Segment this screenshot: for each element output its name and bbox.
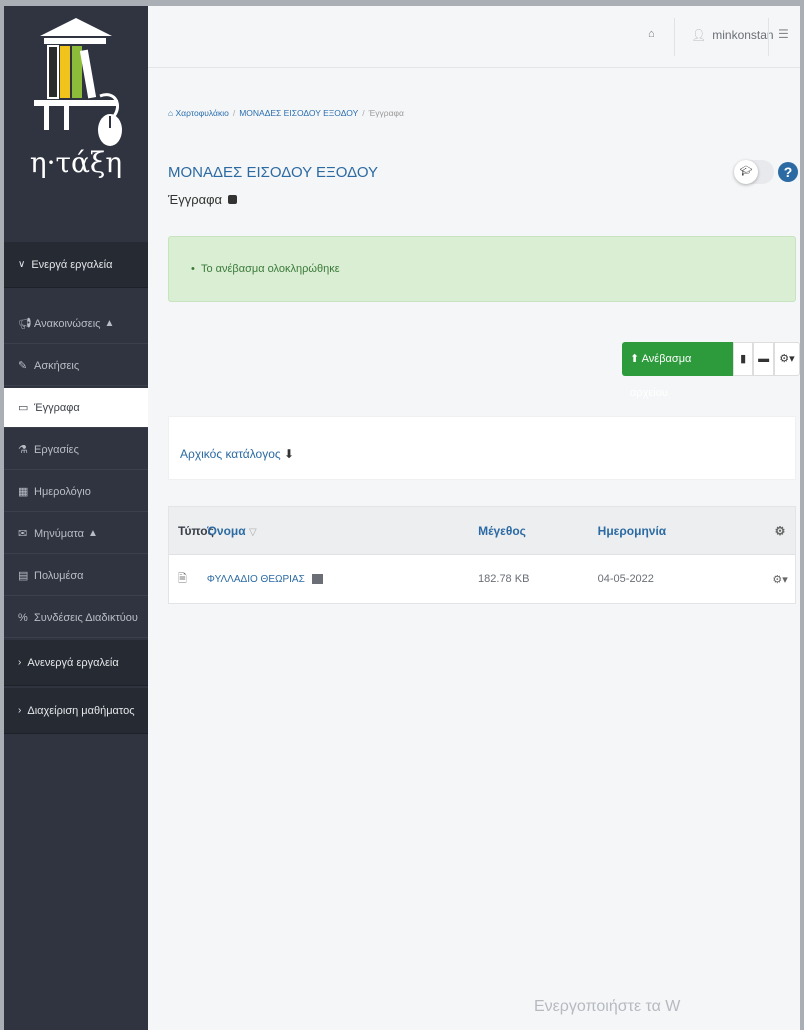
user-menu[interactable]: 👤︎ minkonstan bbox=[691, 28, 774, 42]
sidebar-section-label: Ανενεργά εργαλεία bbox=[27, 656, 119, 669]
breadcrumb-home[interactable]: Χαρτοφυλάκιο bbox=[176, 108, 229, 118]
home-icon[interactable]: ⌂ bbox=[648, 28, 655, 40]
breadcrumb-current: Έγγραφα bbox=[368, 108, 404, 118]
flask-icon: ⚗ bbox=[18, 444, 28, 456]
megaphone-icon: 📢︎ bbox=[18, 318, 32, 330]
download-icon[interactable]: ⬇ bbox=[284, 447, 294, 461]
col-name[interactable]: Όνομα ▽ bbox=[207, 524, 478, 538]
root-folder-label[interactable]: Αρχικός κατάλογος bbox=[180, 447, 281, 461]
menu-icon[interactable]: ☰ bbox=[778, 27, 789, 41]
divider bbox=[674, 18, 675, 56]
sidebar-item-label: Ασκήσεις bbox=[34, 359, 80, 372]
col-size[interactable]: Μέγεθος bbox=[478, 524, 598, 538]
chevron-down-icon: ∨ bbox=[18, 259, 26, 270]
film-icon: ▤ bbox=[18, 570, 29, 582]
visibility-icon[interactable] bbox=[311, 574, 323, 585]
calendar-icon: ▦ bbox=[18, 486, 29, 498]
sidebar-item-label: Έγγραφα bbox=[34, 401, 80, 414]
new-file-button[interactable]: ▮ bbox=[732, 342, 754, 376]
upload-icon: ⬆ bbox=[630, 353, 642, 365]
file-link[interactable]: ΦΥΛΛΑΔΙΟ ΘΕΩΡΙΑΣ bbox=[207, 574, 305, 585]
logo-graphic bbox=[34, 18, 122, 146]
sidebar-section-label: Ενεργά εργαλεία bbox=[31, 258, 113, 271]
row-actions-button[interactable]: ⚙▾ bbox=[765, 573, 795, 586]
sidebar-section-inactive-tools[interactable]: › Ανενεργά εργαλεία bbox=[4, 640, 148, 686]
home-icon: ⌂ bbox=[168, 108, 176, 118]
top-bar: ⌂ 👤︎ minkonstan ☰ bbox=[148, 6, 800, 68]
table-header: Τύπος Όνομα ▽ Μέγεθος Ημερομηνία ⚙ bbox=[169, 507, 795, 555]
chevron-right-icon: › bbox=[18, 705, 22, 716]
sidebar-item-label: Μηνύματα bbox=[34, 527, 85, 540]
sidebar-section-course-admin[interactable]: › Διαχείριση μαθήματος bbox=[4, 688, 148, 734]
main-content: ⌂ Χαρτοφυλάκιο / ΜΟΝΑΔΕΣ ΕΙΣΟΔΟΥ ΕΞΟΔΟΥ / Έγ… bbox=[148, 68, 800, 1030]
page-subtitle: Έγγραφα bbox=[168, 192, 237, 207]
col-type: Τύπος bbox=[178, 523, 214, 538]
user-icon: 👤︎ bbox=[691, 28, 707, 42]
warning-icon: ▲ bbox=[88, 528, 98, 539]
sidebar-item-label: Ανακοινώσεις bbox=[34, 317, 101, 330]
username: minkonstan bbox=[712, 28, 774, 42]
file-size: 182.78 KB bbox=[478, 573, 530, 585]
file-name-cell: ΦΥΛΛΑΔΙΟ ΘΕΩΡΙΑΣ bbox=[207, 573, 478, 585]
help-icon[interactable]: ? bbox=[778, 162, 798, 182]
file-date: 04-05-2022 bbox=[597, 573, 654, 585]
sidebar-item-label: Συνδέσεις Διαδικτύου bbox=[34, 611, 138, 624]
breadcrumb-course[interactable]: ΜΟΝΑΔΕΣ ΕΙΣΟΔΟΥ ΕΞΟΔΟΥ bbox=[239, 108, 358, 118]
link-icon: % bbox=[18, 611, 28, 624]
success-alert: • Το ανέβασμα ολοκληρώθηκε bbox=[168, 236, 796, 302]
graduation-cap-icon: 🎓︎ bbox=[734, 160, 758, 184]
logo[interactable]: η·τάξη bbox=[4, 6, 148, 230]
root-folder-box: Αρχικός κατάλογος ⬇ bbox=[168, 416, 796, 480]
sidebar-item-assignments[interactable]: ⚗ Εργασίες bbox=[4, 430, 148, 470]
settings-dropdown-button[interactable]: ⚙▾ bbox=[773, 342, 800, 376]
bullet-icon: • bbox=[191, 263, 201, 275]
sidebar-item-messages[interactable]: ✉ Μηνύματα ▲ bbox=[4, 514, 148, 554]
sidebar-item-label: Ημερολόγιο bbox=[34, 485, 91, 498]
sidebar-item-exercises[interactable]: ✎ Ασκήσεις bbox=[4, 346, 148, 386]
sidebar-item-announcements[interactable]: 📢︎ Ανακοινώσεις ▲ bbox=[4, 304, 148, 344]
envelope-icon: ✉ bbox=[18, 528, 28, 540]
student-view-toggle[interactable]: 🎓︎ bbox=[734, 160, 774, 184]
upload-file-button[interactable]: ⬆ Ανέβασμα αρχείου bbox=[622, 342, 733, 399]
new-folder-button[interactable]: ▬ bbox=[753, 342, 774, 376]
chevron-right-icon: › bbox=[18, 657, 22, 668]
alert-message: Το ανέβασμα ολοκληρώθηκε bbox=[200, 263, 340, 275]
sidebar-item-documents[interactable]: ▭ Έγγραφα bbox=[4, 388, 148, 428]
page-title[interactable]: ΜΟΝΑΔΕΣ ΕΙΣΟΔΟΥ ΕΞΟΔΟΥ bbox=[168, 164, 378, 181]
sidebar-item-multimedia[interactable]: ▤ Πολυμέσα bbox=[4, 556, 148, 596]
table-row: 🗎︎ ΦΥΛΛΑΔΙΟ ΘΕΩΡΙΑΣ 182.78 KB 04-05-2022… bbox=[169, 555, 795, 603]
sidebar-item-links[interactable]: % Συνδέσεις Διαδικτύου bbox=[4, 598, 148, 638]
app-window: η·τάξη ∨ Ενεργά εργαλεία 📢︎ Ανακοινώσεις… bbox=[4, 6, 800, 1030]
sidebar: η·τάξη ∨ Ενεργά εργαλεία 📢︎ Ανακοινώσεις… bbox=[4, 6, 148, 1030]
col-name-label: Όνομα bbox=[207, 523, 246, 538]
sidebar-item-calendar[interactable]: ▦ Ημερολόγιο bbox=[4, 472, 148, 512]
document-toolbar: ⬆ Ανέβασμα αρχείου ▮ ▬ ⚙▾ bbox=[622, 342, 800, 399]
folder-open-icon: ▭ bbox=[18, 402, 29, 414]
sidebar-section-label: Διαχείριση μαθήματος bbox=[27, 704, 135, 717]
cogs-icon: ⚙ bbox=[774, 523, 786, 538]
sidebar-item-label: Πολυμέσα bbox=[34, 569, 84, 582]
page-subtitle-text: Έγγραφα bbox=[168, 192, 223, 207]
minus-square-icon[interactable] bbox=[227, 195, 237, 204]
activation-watermark: Ενεργοποιήστε τα W bbox=[534, 998, 681, 1015]
breadcrumb: ⌂ Χαρτοφυλάκιο / ΜΟΝΑΔΕΣ ΕΙΣΟΔΟΥ ΕΞΟΔΟΥ / Έγ… bbox=[168, 108, 404, 118]
divider bbox=[768, 18, 769, 56]
sidebar-section-active-tools[interactable]: ∨ Ενεργά εργαλεία bbox=[4, 242, 148, 288]
col-date[interactable]: Ημερομηνία bbox=[598, 524, 765, 538]
file-icon: ▮ bbox=[740, 353, 747, 365]
documents-table: Τύπος Όνομα ▽ Μέγεθος Ημερομηνία ⚙ 🗎︎ ΦΥ… bbox=[168, 506, 796, 604]
folder-icon: ▬ bbox=[758, 353, 770, 365]
logo-text: η·τάξη bbox=[29, 146, 123, 179]
sort-icon: ▽ bbox=[248, 526, 257, 538]
edit-icon: ✎ bbox=[18, 360, 28, 372]
sidebar-item-label: Εργασίες bbox=[34, 443, 79, 456]
cogs-icon: ⚙▾ bbox=[779, 353, 795, 365]
file-type-icon: 🗎︎ bbox=[178, 572, 187, 585]
warning-icon: ▲ bbox=[104, 318, 115, 329]
